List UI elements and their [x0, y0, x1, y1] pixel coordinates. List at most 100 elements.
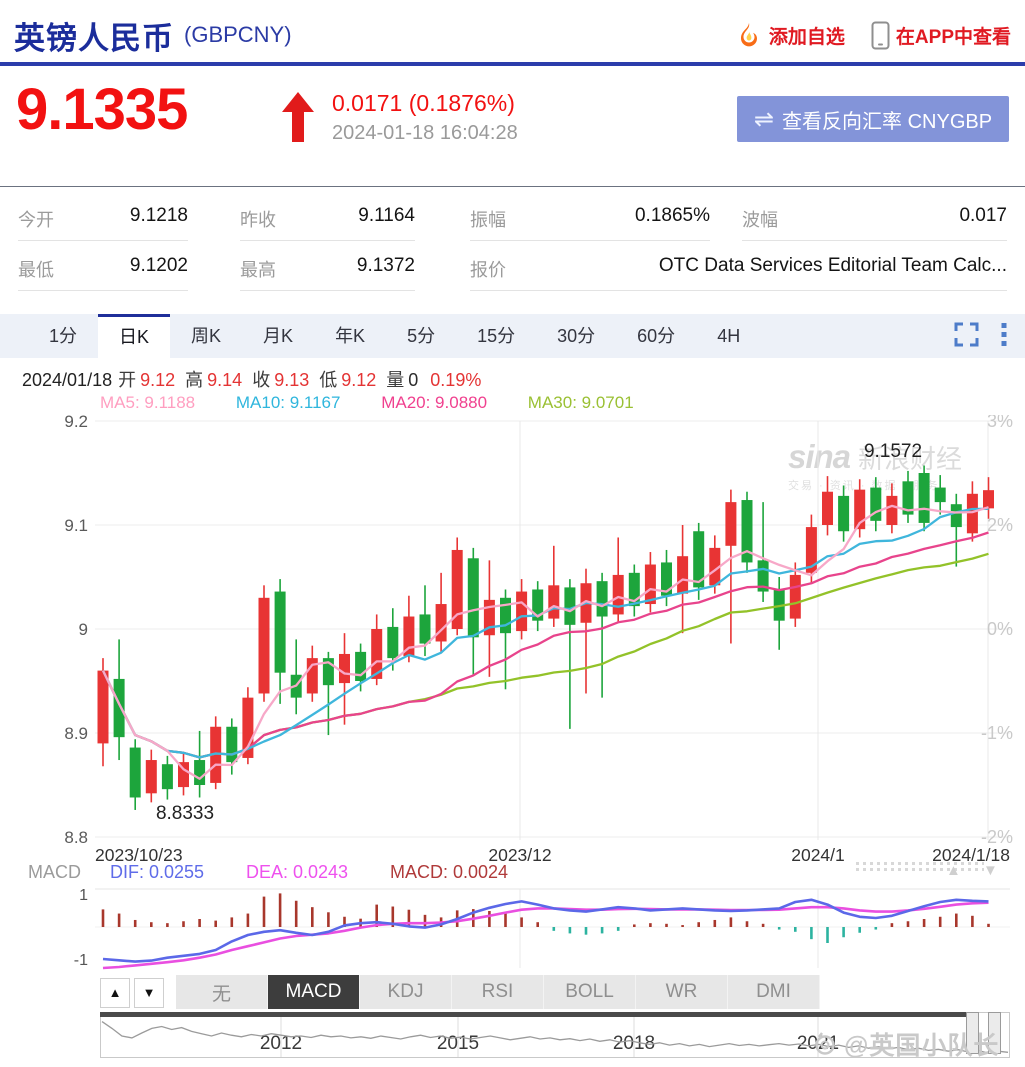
- svg-text:9.1572: 9.1572: [864, 441, 922, 462]
- macd-header: MACD DIF: 0.0255 DEA: 0.0243 MACD: 0.002…: [28, 862, 1008, 884]
- author-watermark: @英国小队长: [812, 1026, 999, 1062]
- ohlc-label: 量: [386, 370, 404, 390]
- stat-label: 报价: [470, 256, 506, 282]
- stat-value: 9.1202: [130, 255, 188, 277]
- ma10-value: MA10: 9.1167: [236, 393, 341, 412]
- indicator-tab-MACD[interactable]: MACD: [268, 975, 360, 1009]
- stat-value: 0.1865%: [635, 205, 710, 227]
- period-tab-月K[interactable]: 月K: [242, 314, 314, 358]
- svg-text:2%: 2%: [987, 515, 1013, 535]
- ohlc-label: 开: [118, 370, 136, 390]
- period-tab-5分[interactable]: 5分: [386, 314, 456, 358]
- stat-cell-最高: 最高 9.1372: [240, 246, 415, 291]
- indicator-tab-BOLL[interactable]: BOLL: [544, 975, 636, 1009]
- stat-label: 振幅: [470, 206, 506, 232]
- price-change: 0.0171 (0.1876%): [332, 90, 515, 117]
- stat-cell-今开: 今开 9.1218: [18, 196, 188, 241]
- ohlc-info-bar: 2024/01/18开9.12高9.14收9.13低9.12量00.19%: [22, 366, 481, 392]
- phone-icon: [871, 21, 890, 50]
- indicator-tab-KDJ[interactable]: KDJ: [360, 975, 452, 1009]
- stat-label: 今开: [18, 206, 54, 232]
- ma-info-bar: MA5: 9.1188 MA10: 9.1167 MA20: 9.0880 MA…: [100, 393, 670, 413]
- stat-value: 9.1164: [358, 205, 415, 227]
- page-title: 英镑人民币: [14, 13, 174, 58]
- ma5-value: MA5: 9.1188: [100, 393, 195, 412]
- view-in-app-link[interactable]: 在APP中查看: [896, 22, 1011, 49]
- symbol-code: (GBPCNY): [184, 22, 292, 48]
- ohlc-pct: 0.19%: [430, 370, 481, 390]
- ohlc-label: 高: [185, 370, 203, 390]
- macd-value: MACD: 0.0024: [390, 862, 508, 883]
- svg-text:9.2: 9.2: [64, 415, 88, 431]
- stat-value: 9.1218: [130, 205, 188, 227]
- dea-value: DEA: 0.0243: [246, 862, 348, 883]
- ohlc-label: 收: [252, 370, 270, 390]
- camera-icon: [812, 1031, 838, 1057]
- page-header: 英镑人民币 (GBPCNY) 添加自选 在APP中查看: [0, 8, 1025, 62]
- svg-text:1: 1: [79, 887, 88, 904]
- add-watchlist-link[interactable]: 添加自选: [769, 22, 845, 49]
- reverse-rate-button[interactable]: ⇌ 查看反向汇率 CNYGBP: [737, 96, 1009, 142]
- indicator-up-button[interactable]: ▲: [100, 978, 130, 1008]
- section-divider: [0, 186, 1025, 187]
- period-tab-年K[interactable]: 年K: [314, 314, 386, 358]
- ohlc-value: 9.12: [341, 370, 376, 390]
- indicator-tab-RSI[interactable]: RSI: [452, 975, 544, 1009]
- dif-value: DIF: 0.0255: [110, 862, 204, 883]
- more-options-icon[interactable]: [1001, 322, 1007, 347]
- stat-cell-报价: 报价 OTC Data Services Editorial Team Calc.…: [470, 246, 1007, 291]
- period-tab-60分[interactable]: 60分: [616, 314, 696, 358]
- ma20-line: [103, 533, 989, 758]
- period-tab-日K[interactable]: 日K: [98, 314, 170, 358]
- macd-collapse-down[interactable]: ▼: [983, 862, 998, 879]
- svg-text:8.8: 8.8: [64, 828, 88, 847]
- stat-label: 最高: [240, 256, 276, 282]
- period-tab-1分[interactable]: 1分: [28, 314, 98, 358]
- author-name: @英国小队长: [844, 1026, 999, 1062]
- period-tab-4H[interactable]: 4H: [696, 314, 761, 358]
- flame-icon: [737, 22, 761, 49]
- ohlc-value: 9.13: [274, 370, 309, 390]
- svg-text:8.8333: 8.8333: [156, 803, 214, 824]
- svg-text:9: 9: [79, 620, 88, 639]
- candlestick-chart[interactable]: 9.29.198.98.83%2%0%-1%-2%9.15728.8333202…: [0, 415, 1025, 867]
- fullscreen-icon[interactable]: [954, 322, 979, 347]
- macd-collapse-up[interactable]: ▲: [946, 862, 961, 879]
- ohlc-value: 9.12: [140, 370, 175, 390]
- reverse-rate-label: 查看反向汇率 CNYGBP: [782, 105, 992, 134]
- indicator-tab-无[interactable]: 无: [176, 975, 268, 1009]
- indicator-tab-WR[interactable]: WR: [636, 975, 728, 1009]
- stat-value: 9.1372: [357, 255, 415, 277]
- indicator-down-button[interactable]: ▼: [134, 978, 164, 1008]
- period-tab-15分[interactable]: 15分: [456, 314, 536, 358]
- period-tab-30分[interactable]: 30分: [536, 314, 616, 358]
- indicator-tab-DMI[interactable]: DMI: [728, 975, 820, 1009]
- svg-text:9.1: 9.1: [64, 516, 88, 535]
- stat-value: OTC Data Services Editorial Team Calc...: [659, 255, 1007, 277]
- stat-cell-振幅: 振幅 0.1865%: [470, 196, 710, 241]
- stat-label: 昨收: [240, 206, 276, 232]
- svg-text:-1: -1: [74, 952, 88, 969]
- stat-value: 0.017: [959, 205, 1007, 227]
- stat-label: 波幅: [742, 206, 778, 232]
- ohlc-date: 2024/01/18: [22, 370, 112, 390]
- ma10-line: [103, 509, 989, 758]
- quote-timestamp: 2024-01-18 16:04:28: [332, 122, 518, 145]
- ohlc-label: 低: [319, 370, 337, 390]
- svg-text:8.9: 8.9: [64, 724, 88, 743]
- svg-text:3%: 3%: [987, 415, 1013, 431]
- candles-layer: [98, 466, 995, 810]
- blue-divider: [0, 62, 1025, 66]
- navigator-range-bar[interactable]: [100, 1012, 968, 1017]
- svg-text:-1%: -1%: [981, 723, 1013, 743]
- indicator-tabbar: 无MACDKDJRSIBOLLWRDMI: [176, 975, 820, 1009]
- ohlc-value: 0: [408, 370, 418, 390]
- ma20-value: MA20: 9.0880: [381, 393, 487, 412]
- svg-text:-2%: -2%: [981, 827, 1013, 847]
- macd-chart[interactable]: 1 -1: [0, 884, 1025, 972]
- ohlc-value: 9.14: [207, 370, 242, 390]
- chart-toolbar: [954, 322, 1007, 347]
- macd-panel-label: MACD: [28, 862, 81, 883]
- period-tab-周K[interactable]: 周K: [170, 314, 242, 358]
- stat-cell-波幅: 波幅 0.017: [742, 196, 1007, 241]
